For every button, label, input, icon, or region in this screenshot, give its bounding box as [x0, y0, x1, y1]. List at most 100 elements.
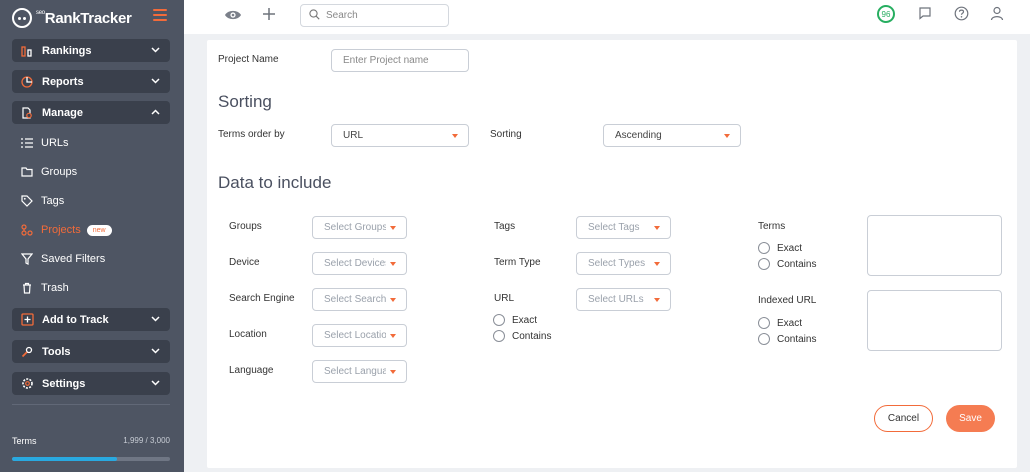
chevron-down-icon: [151, 76, 160, 87]
caret-down-icon: [452, 133, 458, 138]
sidebar-item-label: Trash: [41, 282, 69, 294]
sidebar-item-label: Tools: [42, 345, 71, 358]
project-name-label: Project Name: [218, 54, 279, 65]
sidebar-item-urls[interactable]: URLs: [20, 134, 69, 152]
trash-icon: [20, 282, 34, 294]
search-engine-placeholder: Select Search Engines: [324, 294, 386, 305]
search-box[interactable]: [300, 4, 449, 27]
radio-label: Exact: [777, 317, 803, 329]
indexed-url-label: Indexed URL: [758, 295, 817, 306]
chevron-up-icon: [151, 107, 160, 118]
terms-contains-radio[interactable]: Contains: [758, 258, 816, 270]
term-type-placeholder: Select Types: [588, 258, 646, 269]
language-label: Language: [229, 365, 274, 376]
chevron-down-icon: [151, 378, 160, 389]
term-type-select[interactable]: Select Types: [576, 252, 671, 275]
sidebar-item-label: Add to Track: [42, 313, 109, 326]
menu-toggle-icon[interactable]: [153, 9, 167, 21]
location-label: Location: [229, 329, 267, 340]
sidebar-item-manage[interactable]: Manage: [12, 101, 170, 124]
sorting-select[interactable]: Ascending: [603, 124, 741, 147]
url-select[interactable]: Select URLs: [576, 288, 671, 311]
wrench-icon: [20, 345, 34, 359]
help-icon[interactable]: [954, 6, 969, 26]
sidebar-item-saved-filters[interactable]: Saved Filters: [20, 250, 105, 268]
radio-label: Contains: [777, 333, 817, 345]
projects-icon: [20, 224, 34, 236]
caret-down-icon: [654, 297, 660, 302]
caret-down-icon: [654, 225, 660, 230]
groups-placeholder: Select Groups: [324, 222, 386, 233]
terms-exact-radio[interactable]: Exact: [758, 242, 802, 254]
plus-box-icon: [20, 313, 34, 327]
sidebar-item-label: URLs: [41, 137, 69, 149]
caret-down-icon: [654, 261, 660, 266]
message-icon[interactable]: [918, 6, 932, 25]
search-input[interactable]: [326, 10, 436, 21]
sorting-heading: Sorting: [218, 92, 272, 111]
location-select[interactable]: Select Locations: [312, 324, 407, 347]
indexed-url-textarea[interactable]: [867, 290, 1002, 351]
search-engine-label: Search Engine: [229, 293, 295, 304]
term-type-label: Term Type: [494, 257, 541, 268]
tags-placeholder: Select Tags: [588, 222, 640, 233]
indexed-exact-radio[interactable]: Exact: [758, 317, 802, 329]
sorting-value: Ascending: [615, 130, 662, 141]
groups-label: Groups: [229, 221, 262, 232]
sidebar-item-add-to-track[interactable]: Add to Track: [12, 308, 170, 331]
cancel-button[interactable]: Cancel: [874, 405, 933, 432]
chevron-down-icon: [151, 314, 160, 325]
search-engine-select[interactable]: Select Search Engines: [312, 288, 407, 311]
chevron-down-icon: [151, 346, 160, 357]
sidebar-item-reports[interactable]: Reports: [12, 70, 170, 93]
terms-progress-fill: [12, 457, 118, 461]
sidebar-item-label: Projects: [41, 224, 81, 236]
add-icon[interactable]: [262, 4, 276, 27]
data-to-include-heading: Data to include: [218, 173, 332, 192]
sidebar-item-groups[interactable]: Groups: [20, 163, 77, 181]
terms-order-select[interactable]: URL: [331, 124, 469, 147]
file-settings-icon: [20, 106, 34, 120]
sidebar: seoRankTracker Rankings Reports Manage U…: [0, 0, 184, 472]
list-icon: [20, 138, 34, 148]
caret-down-icon: [390, 261, 396, 266]
location-placeholder: Select Locations: [324, 330, 386, 341]
indexed-contains-radio[interactable]: Contains: [758, 333, 816, 345]
project-name-input[interactable]: [331, 49, 469, 72]
sidebar-item-tools[interactable]: Tools: [12, 340, 170, 363]
groups-select[interactable]: Select Groups: [312, 216, 407, 239]
sidebar-item-label: Tags: [41, 195, 65, 207]
logo[interactable]: seoRankTracker: [12, 8, 132, 28]
radio-label: Contains: [777, 258, 817, 270]
score-badge[interactable]: 96: [877, 5, 895, 23]
language-select[interactable]: Select Languages: [312, 360, 407, 383]
save-button[interactable]: Save: [946, 405, 995, 432]
sidebar-item-tags[interactable]: Tags: [20, 192, 64, 210]
url-contains-radio[interactable]: Contains: [493, 330, 551, 342]
tags-label: Tags: [494, 221, 516, 232]
sorting-label: Sorting: [490, 129, 522, 140]
project-form: Project Name Sorting Terms order by URL …: [207, 40, 1017, 468]
device-select[interactable]: Select Devices: [312, 252, 407, 275]
tags-select[interactable]: Select Tags: [576, 216, 671, 239]
new-badge: new: [86, 224, 112, 236]
caret-down-icon: [390, 369, 396, 374]
url-label: URL: [494, 293, 515, 304]
url-exact-radio[interactable]: Exact: [493, 314, 537, 326]
folder-icon: [20, 167, 34, 177]
terms-textarea[interactable]: [867, 215, 1002, 276]
sidebar-item-projects[interactable]: Projects new: [20, 221, 112, 239]
sidebar-item-label: Reports: [42, 75, 84, 88]
caret-down-icon: [724, 133, 730, 138]
eye-icon[interactable]: [224, 8, 242, 26]
sidebar-item-trash[interactable]: Trash: [20, 279, 69, 297]
radio-label: Exact: [777, 242, 803, 254]
sidebar-item-rankings[interactable]: Rankings: [12, 39, 170, 62]
caret-down-icon: [390, 297, 396, 302]
terms-label: Terms: [758, 221, 786, 232]
logo-small-text: seo: [36, 9, 45, 16]
sidebar-item-settings[interactable]: Settings: [12, 372, 170, 395]
gear-icon: [20, 377, 34, 391]
language-placeholder: Select Languages: [324, 366, 386, 377]
user-icon[interactable]: [990, 6, 1004, 26]
